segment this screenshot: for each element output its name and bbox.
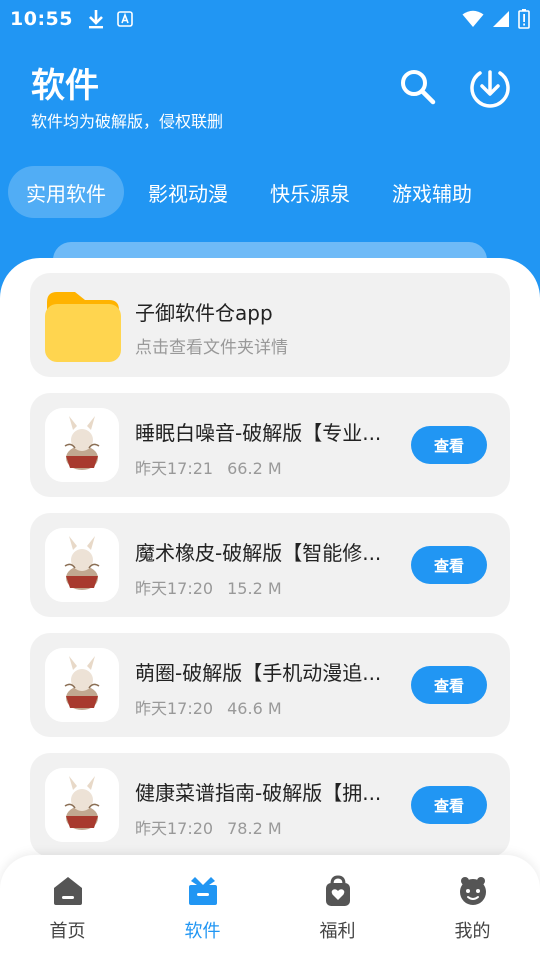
page-subtitle: 软件均为破解版，侵权联删	[31, 112, 224, 131]
app-title: 健康菜谱指南-破解版【拥...	[135, 781, 382, 805]
app-meta: 昨天17:20 78.2 M	[135, 815, 282, 839]
nav-software[interactable]: 软件	[135, 855, 270, 960]
keyboard-status-icon	[117, 11, 133, 27]
nav-label-welfare: 福利	[319, 921, 356, 942]
app-time: 昨天17:21	[135, 459, 214, 478]
app-icon	[45, 528, 119, 602]
list-item[interactable]: 萌圈-破解版【手机动漫追... 昨天17:20 46.6 M 查看	[30, 633, 510, 737]
app-icon	[45, 648, 119, 722]
wifi-icon	[462, 10, 484, 27]
app-meta: 昨天17:21 66.2 M	[135, 455, 282, 479]
home-icon	[53, 877, 82, 905]
search-icon	[401, 70, 436, 105]
app-time: 昨天17:20	[135, 579, 214, 598]
app-icon	[45, 408, 119, 482]
list-item[interactable]: 睡眠白噪音-破解版【专业... 昨天17:21 66.2 M 查看	[30, 393, 510, 497]
app-title: 魔术橡皮-破解版【智能修...	[135, 541, 382, 565]
app-size: 15.2 M	[227, 579, 282, 598]
view-button[interactable]: 查看	[411, 786, 487, 824]
download-circle-icon	[470, 70, 510, 108]
status-bar: 10:55	[0, 0, 540, 38]
app-meta: 昨天17:20 46.6 M	[135, 695, 282, 719]
category-tabs: 实用软件 影视动漫 快乐源泉 游戏辅助	[8, 166, 496, 218]
tab-practical-software[interactable]: 实用软件	[8, 166, 124, 218]
tab-happy-source[interactable]: 快乐源泉	[252, 166, 368, 218]
list-item[interactable]: 健康菜谱指南-破解版【拥... 昨天17:20 78.2 M 查看	[30, 753, 510, 857]
folder-title: 子御软件仓app	[135, 301, 273, 325]
tab-game-assist[interactable]: 游戏辅助	[374, 166, 490, 218]
folder-subtitle: 点击查看文件夹详情	[135, 338, 288, 358]
battery-icon	[518, 9, 530, 29]
download-button[interactable]	[468, 66, 512, 110]
profile-icon	[459, 877, 486, 905]
signal-icon	[493, 11, 509, 27]
header: 软件 软件均为破解版，侵权联删	[0, 50, 540, 140]
status-time: 10:55	[10, 8, 73, 30]
view-button[interactable]: 查看	[411, 666, 487, 704]
folder-icon	[45, 288, 121, 364]
app-time: 昨天17:20	[135, 699, 214, 718]
gift-bag-icon	[325, 875, 350, 906]
tab-film-anime[interactable]: 影视动漫	[130, 166, 246, 218]
nav-label-mine: 我的	[454, 921, 491, 942]
search-button[interactable]	[398, 67, 438, 107]
view-button[interactable]: 查看	[411, 426, 487, 464]
app-size: 46.6 M	[227, 699, 282, 718]
app-time: 昨天17:20	[135, 819, 214, 838]
app-size: 66.2 M	[227, 459, 282, 478]
list-item[interactable]: 魔术橡皮-破解版【智能修... 昨天17:20 15.2 M 查看	[30, 513, 510, 617]
bottom-nav: 首页 软件 福利 我的	[0, 855, 540, 960]
nav-label-home: 首页	[49, 921, 86, 942]
page-title: 软件	[31, 66, 99, 106]
download-status-icon	[88, 10, 103, 29]
nav-home[interactable]: 首页	[0, 855, 135, 960]
app-icon	[45, 768, 119, 842]
app-meta: 昨天17:20 15.2 M	[135, 575, 282, 599]
app-size: 78.2 M	[227, 819, 282, 838]
app-title: 睡眠白噪音-破解版【专业...	[135, 421, 382, 445]
nav-mine[interactable]: 我的	[405, 855, 540, 960]
folder-card[interactable]: 子御软件仓app 点击查看文件夹详情	[30, 273, 510, 377]
software-icon	[188, 877, 217, 905]
app-title: 萌圈-破解版【手机动漫追...	[135, 661, 382, 685]
nav-label-software: 软件	[184, 921, 221, 942]
nav-welfare[interactable]: 福利	[270, 855, 405, 960]
view-button[interactable]: 查看	[411, 546, 487, 584]
